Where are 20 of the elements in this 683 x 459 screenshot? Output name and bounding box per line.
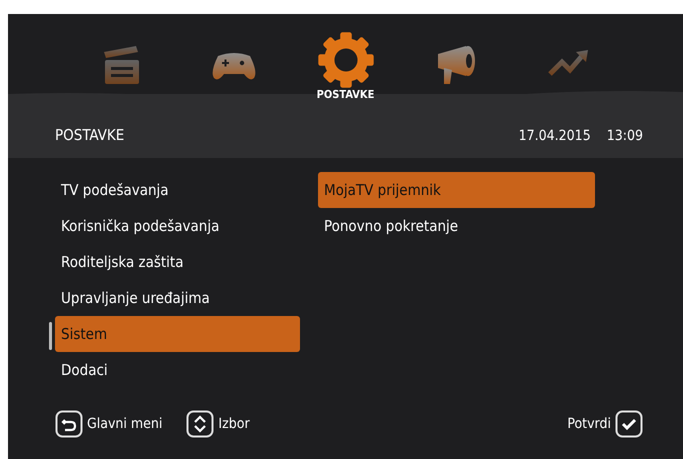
menu-item[interactable]: TV podešavanja bbox=[55, 172, 300, 208]
time-text: 13:09 bbox=[606, 128, 643, 144]
menu-item[interactable]: Korisnička podešavanja bbox=[55, 208, 300, 244]
category-label: POSTAVKE bbox=[316, 88, 374, 101]
up-down-key-icon bbox=[186, 410, 214, 438]
menu-item[interactable]: Upravljanje uređajima bbox=[55, 280, 300, 316]
hint-label: Potvrdi bbox=[567, 416, 611, 432]
submenu-item[interactable]: Ponovno pokretanje bbox=[318, 208, 595, 244]
hint-label: Glavni meni bbox=[87, 416, 162, 432]
date-text: 17.04.2015 bbox=[518, 128, 591, 144]
back-key-icon bbox=[55, 410, 83, 438]
scroll-thumb bbox=[49, 322, 52, 350]
menu-item[interactable]: Sistem bbox=[55, 316, 300, 352]
hint-label: Izbor bbox=[218, 416, 250, 432]
menu-item[interactable]: Roditeljska zaštita bbox=[55, 244, 300, 280]
ok-key-icon bbox=[615, 410, 643, 438]
page-title: POSTAVKE bbox=[55, 126, 126, 144]
gear-icon[interactable] bbox=[316, 30, 376, 90]
menu-item[interactable]: Dodaci bbox=[55, 352, 300, 388]
submenu-item[interactable]: MojaTV prijemnik bbox=[318, 172, 595, 208]
